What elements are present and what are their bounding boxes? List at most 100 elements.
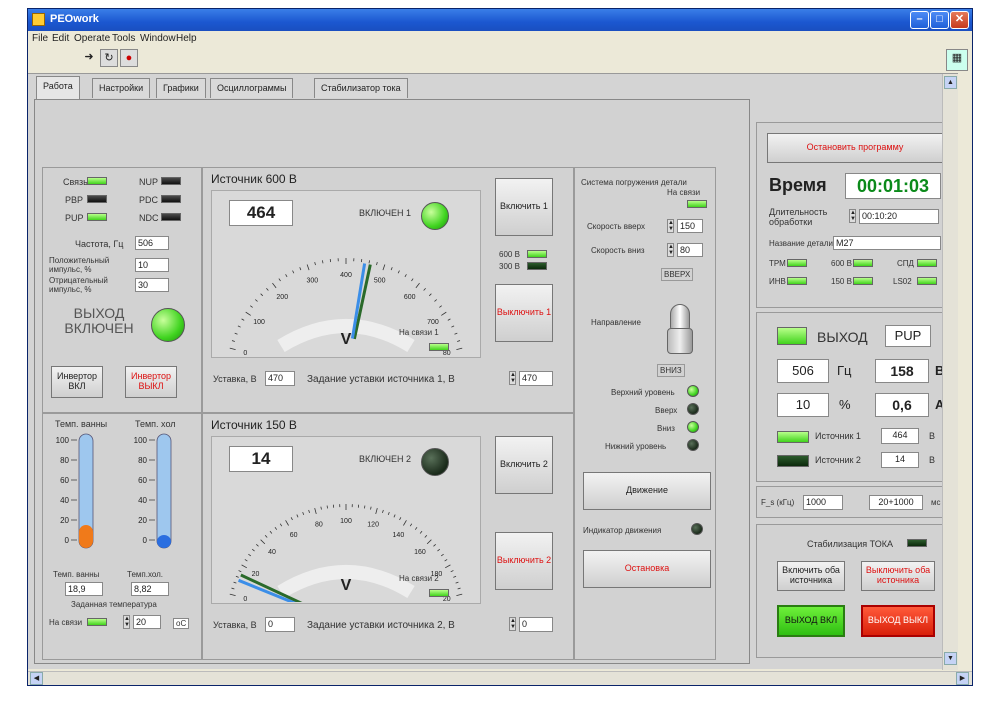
scroll-up-icon[interactable]: ▲	[944, 76, 957, 89]
menu-file[interactable]: File	[32, 33, 48, 44]
fs2-field[interactable]: 20+1000	[869, 495, 923, 510]
source1-gauge-tick-label: 400	[340, 272, 352, 279]
output-label: ВЫХОД	[817, 329, 868, 345]
thermo-tick-label: 40	[138, 496, 147, 505]
source2-gauge-tick	[248, 553, 252, 557]
up-speed-spinner[interactable]: ▲ ▼	[667, 219, 674, 233]
source1-off-button[interactable]: Выключить 1	[495, 284, 553, 342]
menu-help[interactable]: Help	[176, 33, 197, 44]
horizontal-scrollbar[interactable]: ◀ ▶	[28, 671, 972, 685]
source2-on-button[interactable]: Включить 2	[495, 436, 553, 494]
spd-led	[917, 259, 937, 267]
minimize-button[interactable]: –	[910, 11, 929, 29]
source2-gauge-tick	[445, 564, 451, 569]
run-arrow-icon[interactable]: ➜	[80, 49, 98, 67]
set-temp-spinner[interactable]: ▲ ▼	[123, 615, 130, 629]
pup-label: PUP	[65, 213, 84, 223]
window-title: PEOwork	[50, 13, 99, 25]
stop-program-button[interactable]: Остановить программу	[767, 133, 943, 163]
pdc-led	[161, 195, 181, 203]
pos-field[interactable]: 10	[135, 258, 169, 272]
up-speed-field[interactable]: 150	[677, 219, 703, 233]
source2-gauge-tick	[233, 581, 237, 584]
run-continuous-icon[interactable]: ↻	[100, 49, 118, 67]
source2-gauge-tick-label: 160	[414, 549, 426, 556]
duration-spinner[interactable]: ▲ ▼	[849, 209, 856, 223]
scroll-left-icon[interactable]: ◀	[30, 672, 43, 685]
source1-gauge-tick	[272, 282, 277, 289]
tab-oscillogrammy[interactable]: Осциллограммы	[210, 78, 294, 98]
src1-out-value: 464	[881, 428, 919, 444]
duration-field[interactable]: 00:10:20	[859, 209, 939, 224]
thermo-fill	[157, 535, 171, 548]
inverter-on-button[interactable]: Инвертор ВКЛ	[51, 366, 103, 398]
source2-off-button[interactable]: Выключить 2	[495, 532, 553, 590]
vertical-scrollbar[interactable]: ▲ ▼	[942, 74, 958, 670]
maximize-button[interactable]: □	[930, 11, 949, 29]
close-button[interactable]: ✕	[950, 11, 969, 29]
source2-gauge-tick	[450, 570, 454, 573]
output-on-button[interactable]: ВЫХОД ВКЛ	[777, 605, 845, 637]
ls02-label: LS02	[893, 277, 912, 286]
thermo-tick-label: 60	[138, 476, 147, 485]
source2-zad-spinner[interactable]: ▲ ▼	[509, 617, 516, 631]
menu-window[interactable]: Window	[140, 33, 176, 44]
output-off-button[interactable]: ВЫХОД ВЫКЛ	[861, 605, 935, 637]
source1-title: Источник 600 В	[211, 172, 297, 186]
scroll-right-icon[interactable]: ▶	[956, 672, 969, 685]
source1-on-button[interactable]: Включить 1	[495, 178, 553, 236]
source2-panel: Источник 150 В 14 ВКЛЮЧЕН 2 0 20 40 60 80 100…	[202, 413, 574, 660]
source2-gauge-tick-label: 20	[443, 596, 451, 602]
title-bar[interactable]: PEOwork – □ ✕	[28, 9, 972, 31]
source1-panel: Источник 600 В 464 ВКЛЮЧЕН 1 0 100 200 300 4…	[202, 167, 574, 413]
source1-gauge-tick	[278, 278, 281, 282]
set-temp-field[interactable]: 20	[133, 615, 161, 629]
abort-icon[interactable]: ●	[120, 49, 138, 67]
tab-grafiki[interactable]: Графики	[156, 78, 206, 98]
source1-gauge-tick	[368, 260, 370, 264]
source1-gauge-tick-label: 0	[243, 350, 247, 356]
menu-bar: File Edit Operate Tools Window Help	[28, 31, 972, 47]
output-amp: 0,6	[875, 393, 929, 417]
fs-field[interactable]: 1000	[803, 495, 843, 510]
inverter-off-button[interactable]: Инвертор ВЫКЛ	[125, 366, 177, 398]
front-panel: Работа Настройки Графики Осциллограммы С…	[28, 73, 958, 670]
source1-zad-field[interactable]: 470	[519, 371, 553, 386]
neg-field[interactable]: 30	[135, 278, 169, 292]
direction-toggle[interactable]	[667, 304, 693, 356]
source2-value: 14	[229, 446, 293, 472]
enable-both-button[interactable]: Включить оба источника	[777, 561, 845, 591]
inv-led	[787, 277, 807, 285]
source1-600-led	[527, 250, 547, 258]
freq-field[interactable]: 506	[135, 236, 169, 250]
disable-both-button[interactable]: Выключить оба источника	[861, 561, 935, 591]
source1-online-led	[429, 343, 449, 351]
source2-online-led	[429, 589, 449, 597]
neg-label: Отрицательный импульс, %	[49, 276, 108, 294]
output-panel: ВЫХОД PUP 506 Гц 158 В 10 % 0,6 А Источн…	[756, 312, 952, 482]
source1-zad-spinner[interactable]: ▲ ▼	[509, 371, 516, 385]
down-speed-spinner[interactable]: ▲ ▼	[667, 243, 674, 257]
move-button[interactable]: Движение	[583, 472, 711, 510]
tab-nastroiki[interactable]: Настройки	[92, 78, 151, 98]
menu-operate[interactable]: Operate	[74, 33, 110, 44]
tab-stabilizator[interactable]: Стабилизатор тока	[314, 78, 408, 98]
source2-gauge-tick	[260, 539, 266, 545]
source1-gauge-tick	[266, 287, 269, 291]
toolbar: ➜ ↻ ● ▦	[28, 47, 972, 73]
source2-title: Источник 150 В	[211, 418, 297, 432]
tab-rabota[interactable]: Работа	[36, 76, 80, 100]
scroll-down-icon[interactable]: ▼	[944, 652, 957, 665]
source1-gauge: 0 100 200 300 400 500 600 700 80 V	[229, 258, 463, 356]
bath-value: 18,9	[65, 582, 103, 596]
menu-edit[interactable]: Edit	[52, 33, 69, 44]
source1-zad-label: Задание уставки источника 1, В	[307, 374, 455, 385]
part-name-field[interactable]: M27	[833, 236, 941, 250]
src2-out-value: 14	[881, 452, 919, 468]
source2-zad-field[interactable]: 0	[519, 617, 553, 632]
source1-gauge-tick	[292, 270, 295, 274]
source2-gauge-tick-label: 100	[340, 518, 352, 525]
menu-tools[interactable]: Tools	[112, 33, 135, 44]
stop-button[interactable]: Остановка	[583, 550, 711, 588]
down-speed-field[interactable]: 80	[677, 243, 703, 257]
